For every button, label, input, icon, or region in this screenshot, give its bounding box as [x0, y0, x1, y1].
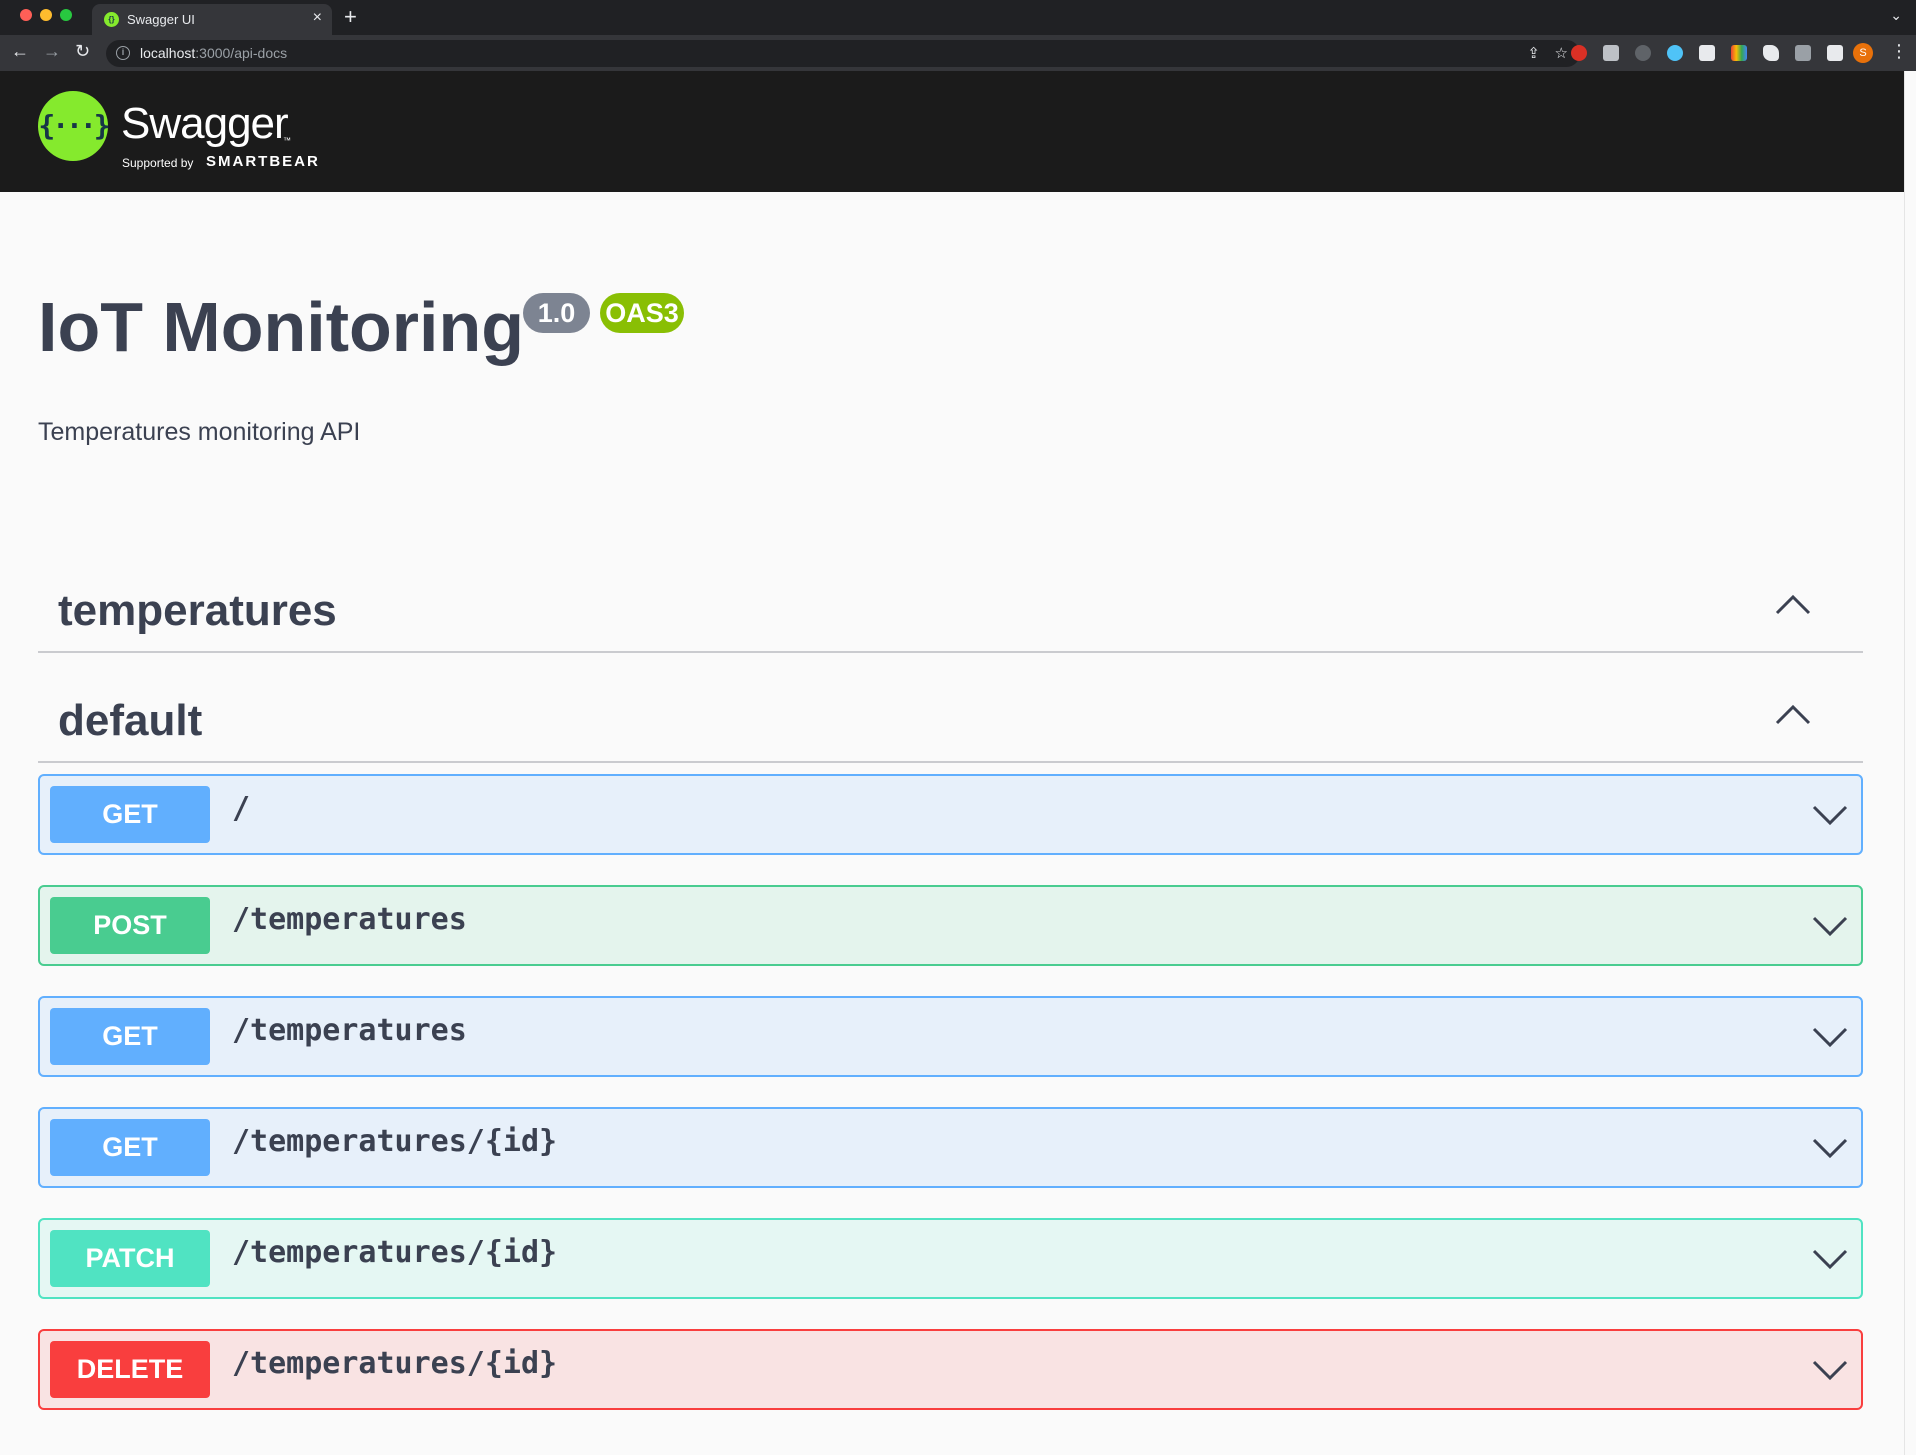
puzzle-extensions-icon[interactable]	[1763, 45, 1779, 61]
method-badge: DELETE	[50, 1341, 210, 1398]
tab-close-icon[interactable]: ×	[313, 9, 322, 27]
tag-section-temperatures[interactable]: temperatures	[38, 560, 1863, 653]
operation-path: /temperatures	[232, 1013, 467, 1048]
extension-icon[interactable]	[1731, 45, 1747, 61]
chevron-down-icon[interactable]	[1812, 1249, 1848, 1271]
swagger-logo-icon[interactable]: {···}	[38, 91, 111, 161]
method-badge: GET	[50, 786, 210, 843]
chevron-up-icon[interactable]	[1775, 593, 1811, 615]
reload-icon[interactable]: ↻	[75, 41, 90, 62]
chevron-down-icon[interactable]	[1812, 916, 1848, 938]
api-description: Temperatures monitoring API	[38, 418, 361, 446]
extension-icon[interactable]	[1635, 45, 1651, 61]
browser-tab[interactable]: {} Swagger UI ×	[92, 4, 332, 35]
operation-path: /temperatures	[232, 902, 467, 937]
chevron-up-icon[interactable]	[1775, 703, 1811, 725]
method-badge: PATCH	[50, 1230, 210, 1287]
profile-avatar[interactable]: S	[1853, 43, 1873, 63]
browser-menu-icon[interactable]: ⋮	[1890, 41, 1908, 62]
back-arrow-icon[interactable]: ←	[11, 41, 29, 62]
method-badge: GET	[50, 1119, 210, 1176]
react-devtools-icon[interactable]	[1667, 45, 1683, 61]
tag-title: temperatures	[58, 586, 337, 635]
method-badge: POST	[50, 897, 210, 954]
smartbear-brand: SMARTBEAR	[206, 153, 320, 170]
tag-section-default[interactable]: default	[38, 670, 1863, 763]
operation-path: /	[232, 791, 251, 826]
logo-trademark: ™	[283, 136, 291, 145]
site-info-icon[interactable]: i	[116, 46, 130, 60]
window-minimize-button[interactable]	[40, 9, 52, 21]
reading-list-icon[interactable]	[1795, 45, 1811, 61]
page-scrollbar[interactable]	[1904, 71, 1916, 1455]
operation-path: /temperatures/{id}	[232, 1235, 558, 1270]
version-badge: 1.0	[523, 293, 590, 333]
api-title: IoT Monitoring	[38, 288, 524, 366]
swagger-favicon-icon: {}	[104, 12, 119, 27]
tab-search-chevron-icon[interactable]: ⌄	[1890, 7, 1902, 24]
logo-wordmark[interactable]: Swagger	[121, 99, 289, 149]
extension-icon[interactable]	[1699, 45, 1715, 61]
operation-delete-temperature-by-id[interactable]: DELETE /temperatures/{id}	[38, 1329, 1863, 1410]
operation-post-temperatures[interactable]: POST /temperatures	[38, 885, 1863, 966]
operation-path: /temperatures/{id}	[232, 1124, 558, 1159]
extension-icon[interactable]	[1603, 45, 1619, 61]
window-close-button[interactable]	[20, 9, 32, 21]
operation-path: /temperatures/{id}	[232, 1346, 558, 1381]
tag-title: default	[58, 696, 203, 745]
oas-badge: OAS3	[600, 293, 684, 333]
operation-get-temperature-by-id[interactable]: GET /temperatures/{id}	[38, 1107, 1863, 1188]
chevron-down-icon[interactable]	[1812, 1360, 1848, 1382]
swagger-topbar: {···} Swagger ™ Supported by SMARTBEAR	[0, 71, 1904, 192]
new-tab-button[interactable]: +	[344, 4, 357, 30]
extension-icon[interactable]	[1571, 45, 1587, 61]
chevron-down-icon[interactable]	[1812, 1138, 1848, 1160]
tab-title: Swagger UI	[127, 12, 195, 27]
operation-get-root[interactable]: GET /	[38, 774, 1863, 855]
url-text[interactable]: localhost:3000/api-docs	[140, 45, 287, 61]
chevron-down-icon[interactable]	[1812, 1027, 1848, 1049]
operation-get-temperatures[interactable]: GET /temperatures	[38, 996, 1863, 1077]
bookmark-star-icon[interactable]: ☆	[1555, 44, 1568, 62]
chevron-down-icon[interactable]	[1812, 805, 1848, 827]
browser-tabstrip: {} Swagger UI × + ⌄	[0, 0, 1916, 35]
forward-arrow-icon[interactable]: →	[43, 41, 61, 62]
operation-patch-temperature-by-id[interactable]: PATCH /temperatures/{id}	[38, 1218, 1863, 1299]
method-badge: GET	[50, 1008, 210, 1065]
address-bar[interactable]: i localhost:3000/api-docs ⇪ ☆	[106, 40, 1580, 67]
supported-by-text: Supported by	[122, 156, 194, 170]
window-zoom-button[interactable]	[60, 9, 72, 21]
share-icon[interactable]: ⇪	[1527, 44, 1540, 62]
side-panel-icon[interactable]	[1827, 45, 1843, 61]
browser-toolbar: ← → ↻ i localhost:3000/api-docs ⇪ ☆ S ⋮	[0, 35, 1916, 71]
